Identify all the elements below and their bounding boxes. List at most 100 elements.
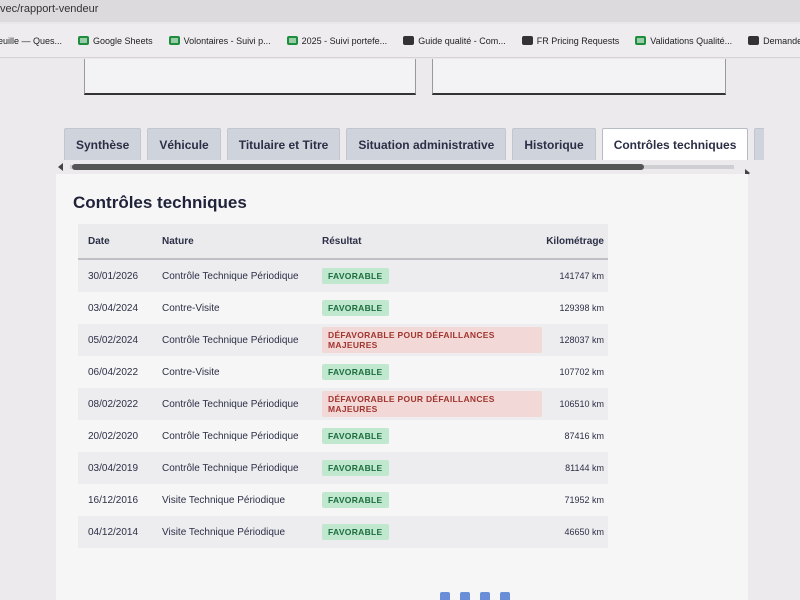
tab-3[interactable]: Situation administrative (346, 128, 507, 160)
status-badge: FAVORABLE (322, 300, 389, 316)
doc-icon (748, 36, 760, 45)
bookmark-label: Google Sheets (93, 35, 153, 46)
tab-5[interactable]: Contrôles techniques (601, 128, 749, 160)
taskbar-app-icon[interactable] (500, 592, 510, 600)
table-row: 06/04/2022 Contre-Visite FAVORABLE 107702 k… (78, 356, 608, 388)
column-header-nature: Nature (162, 235, 194, 247)
table-row: 16/12/2016 Visite Technique Périodique FAV… (78, 484, 608, 516)
tab-0[interactable]: Synthèse (64, 128, 142, 160)
bookmark-item[interactable]: euille — Ques... (0, 36, 62, 46)
bookmark-item[interactable]: Google Sheets (78, 36, 153, 46)
status-badge: FAVORABLE (322, 428, 389, 444)
tab-1[interactable]: Véhicule (147, 128, 221, 160)
bookmark-label: Guide qualité - Com... (418, 35, 506, 46)
km-cell: 129398 km (559, 303, 604, 313)
table-row: 08/02/2022 Contrôle Technique Périodique D… (78, 388, 608, 420)
status-badge: FAVORABLE (322, 364, 389, 380)
bookmarks-bar: euille — Ques... Google Sheets Volontaires… (0, 24, 800, 58)
url-text: vec/rapport-vendeur (0, 3, 99, 15)
nature-cell: Contre-Visite (162, 366, 220, 378)
upper-panel-left (84, 59, 416, 95)
sheet-icon (78, 36, 90, 45)
scroll-thumb[interactable] (72, 164, 644, 170)
bookmark-item[interactable]: Demandes Qualité... (748, 36, 800, 46)
page-content: Synthèse Véhicule Titulaire et Titre Situat… (0, 59, 800, 600)
result-cell: FAVORABLE (322, 428, 542, 444)
table-header: Date Nature Résultat Kilométrage (78, 224, 608, 260)
table-row: 03/04/2019 Contrôle Technique Périodique F… (78, 452, 608, 484)
bookmark-label: Validations Qualité... (650, 35, 733, 46)
sheet-icon (168, 36, 180, 45)
inspections-table: Date Nature Résultat Kilométrage 30/01/2… (78, 224, 608, 548)
km-cell: 141747 km (559, 271, 604, 281)
date-cell: 05/02/2024 (88, 334, 139, 346)
status-badge: DÉFAVORABLE POUR DÉFAILLANCES MAJEURES (322, 391, 542, 417)
date-cell: 03/04/2024 (88, 302, 139, 314)
km-cell: 46650 km (564, 527, 604, 537)
taskbar-app-icon[interactable] (480, 592, 490, 600)
km-cell: 128037 km (559, 335, 604, 345)
date-cell: 16/12/2016 (88, 494, 139, 506)
date-cell: 30/01/2026 (88, 270, 139, 282)
bookmark-label: FR Pricing Requests (536, 35, 620, 46)
status-badge: FAVORABLE (322, 460, 389, 476)
bookmark-label: euille — Ques... (0, 35, 63, 46)
tab-bar: Synthèse Véhicule Titulaire et Titre Situat… (64, 128, 764, 162)
km-cell: 107702 km (559, 367, 604, 377)
column-header-result: Résultat (322, 235, 362, 247)
address-bar[interactable]: vec/rapport-vendeur (0, 0, 800, 22)
result-cell: FAVORABLE (322, 492, 542, 508)
result-cell: DÉFAVORABLE POUR DÉFAILLANCES MAJEURES (322, 327, 542, 353)
bookmark-label: Volontaires - Suivi p... (183, 35, 271, 46)
nature-cell: Contrôle Technique Périodique (162, 334, 299, 346)
km-cell: 106510 km (559, 399, 604, 409)
doc-icon (403, 36, 415, 45)
nature-cell: Contrôle Technique Périodique (162, 270, 299, 282)
upper-panel-right (432, 59, 726, 95)
status-badge: FAVORABLE (322, 268, 389, 284)
taskbar-app-icon[interactable] (460, 592, 470, 600)
bookmark-item[interactable]: FR Pricing Requests (521, 35, 620, 46)
status-badge: DÉFAVORABLE POUR DÉFAILLANCES MAJEURES (322, 327, 542, 353)
date-cell: 04/12/2014 (88, 526, 139, 538)
tab-2[interactable]: Titulaire et Titre (226, 128, 341, 160)
result-cell: DÉFAVORABLE POUR DÉFAILLANCES MAJEURES (322, 391, 542, 417)
scroll-left-arrow-icon[interactable] (58, 163, 63, 171)
status-badge: FAVORABLE (322, 524, 389, 540)
km-cell: 71952 km (564, 495, 604, 505)
doc-icon (521, 36, 533, 45)
table-row: 30/01/2026 Contrôle Technique Périodique F… (78, 260, 608, 292)
table-row: 05/02/2024 Contrôle Technique Périodique D… (78, 324, 608, 356)
taskbar (440, 592, 560, 600)
table-body: 30/01/2026 Contrôle Technique Périodique F… (78, 260, 608, 548)
result-cell: FAVORABLE (322, 460, 542, 476)
tab-4[interactable]: Historique (512, 128, 596, 160)
nature-cell: Visite Technique Périodique (162, 494, 286, 506)
result-cell: FAVORABLE (322, 300, 542, 316)
km-cell: 87416 km (564, 431, 604, 441)
table-row: 03/04/2024 Contre-Visite FAVORABLE 129398 k… (78, 292, 608, 324)
table-row: 20/02/2020 Contrôle Technique Périodique F… (78, 420, 608, 452)
column-header-date: Date (88, 235, 110, 247)
column-header-km: Kilométrage (546, 235, 604, 247)
nature-cell: Contrôle Technique Périodique (162, 462, 299, 474)
sheet-icon (635, 36, 647, 45)
result-cell: FAVORABLE (322, 364, 542, 380)
bookmark-item[interactable]: 2025 - Suivi portefe... (286, 36, 387, 46)
bookmark-item[interactable]: Guide qualité - Com... (403, 36, 506, 46)
tab-scrollbar[interactable] (58, 163, 750, 177)
date-cell: 03/04/2019 (88, 462, 139, 474)
date-cell: 20/02/2020 (88, 430, 139, 442)
nature-cell: Contrôle Technique Périodique (162, 430, 299, 442)
date-cell: 08/02/2022 (88, 398, 139, 410)
tab-6[interactable]: Rappels constru (754, 128, 764, 160)
sheet-icon (286, 36, 298, 45)
bookmark-item[interactable]: Volontaires - Suivi p... (168, 35, 271, 46)
bookmark-item[interactable]: Validations Qualité... (635, 36, 732, 46)
taskbar-app-icon[interactable] (440, 592, 450, 600)
nature-cell: Contre-Visite (162, 302, 220, 314)
nature-cell: Contrôle Technique Périodique (162, 398, 299, 410)
result-cell: FAVORABLE (322, 268, 542, 284)
table-row: 04/12/2014 Visite Technique Périodique FAV… (78, 516, 608, 548)
km-cell: 81144 km (565, 463, 604, 473)
